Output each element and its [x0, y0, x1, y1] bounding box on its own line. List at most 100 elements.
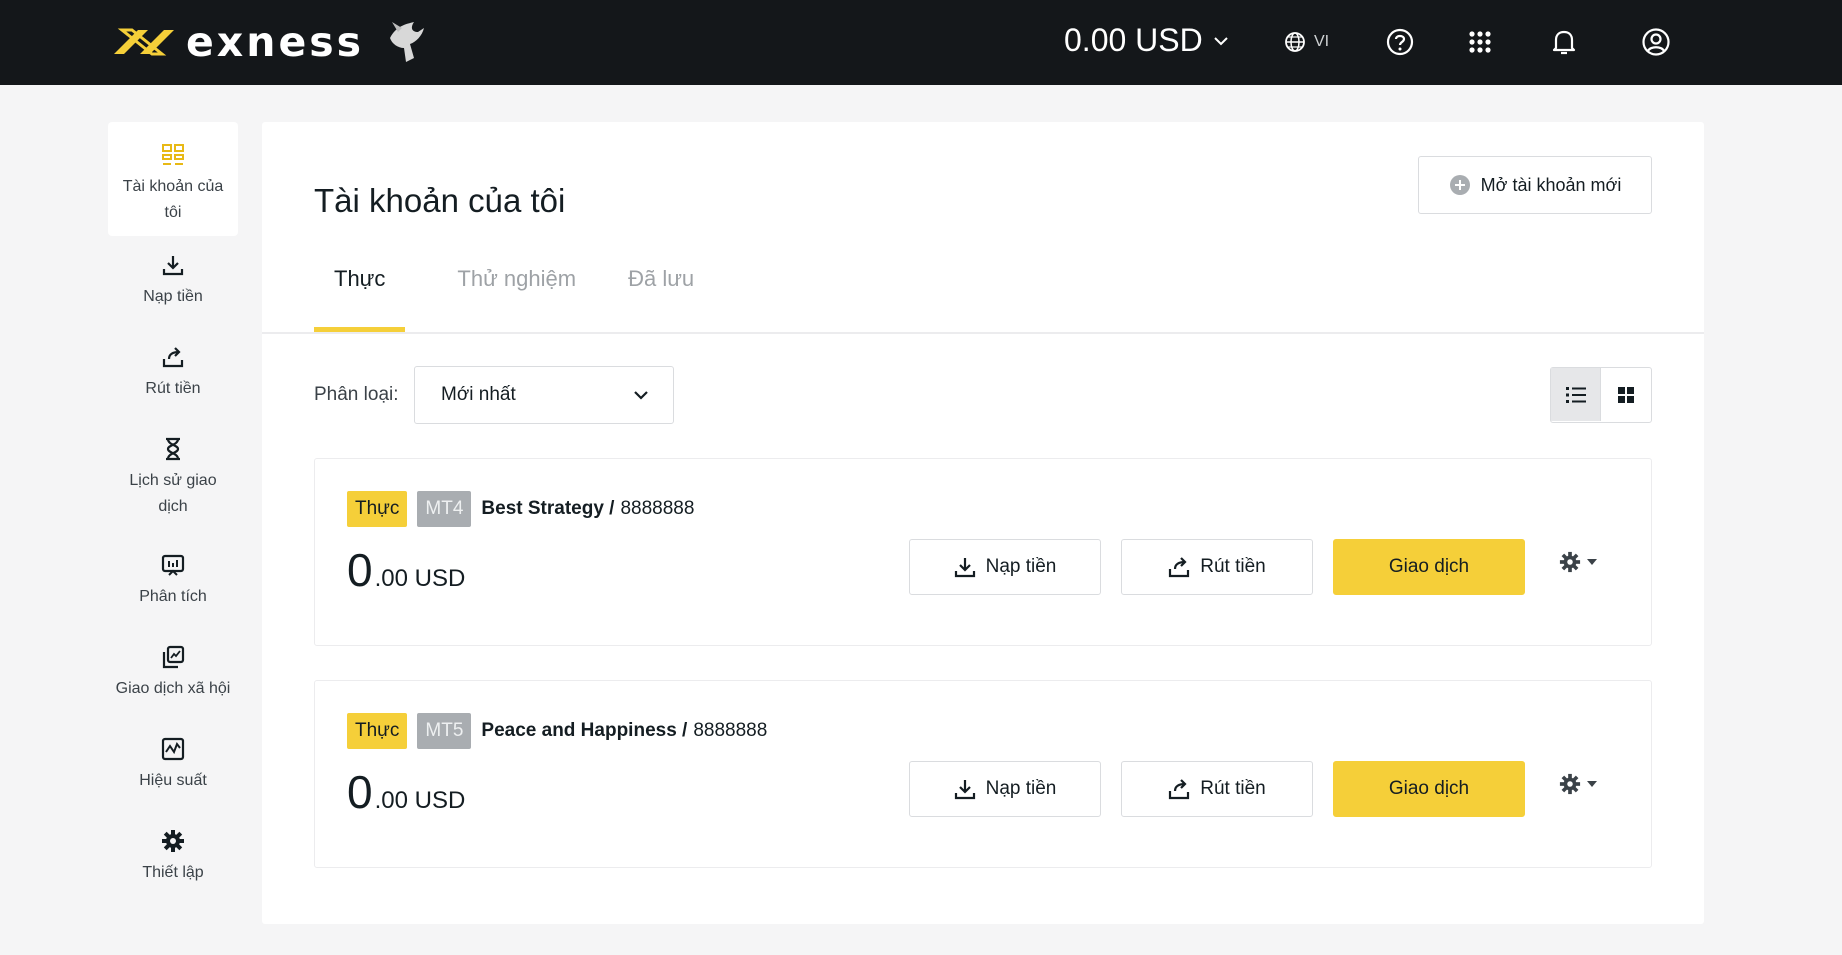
apps-grid-icon	[1469, 31, 1491, 53]
sidebar-item-label: Thiết lập	[142, 864, 204, 881]
download-icon	[954, 780, 975, 800]
plus-circle-icon	[1449, 175, 1470, 195]
apps-button[interactable]	[1462, 24, 1498, 60]
caret-down-icon	[1587, 559, 1597, 565]
language-code: VI	[1314, 33, 1330, 50]
upload-share-icon	[1169, 779, 1190, 800]
main-panel: Tài khoản của tôi Mở tài khoản mới Thực …	[262, 122, 1704, 924]
account-number: 8888888	[620, 498, 695, 519]
top-bar: exness 0.00 USD VI	[0, 0, 1842, 85]
open-new-account-button[interactable]: Mở tài khoản mới	[1418, 156, 1652, 214]
withdraw-button[interactable]: Rút tiền	[1121, 539, 1313, 595]
sidebar-item-label: Lịch sử giao dịch	[129, 472, 217, 515]
tab-divider	[262, 332, 1704, 334]
bell-icon	[1552, 30, 1576, 55]
sidebar-item-my-accounts[interactable]: Tài khoản của tôi	[108, 122, 238, 236]
download-icon	[162, 256, 184, 276]
sidebar-item-withdraw[interactable]: Rút tiền	[108, 328, 238, 420]
account-header: Thực MT5 Peace and Happiness / 8888888	[347, 713, 767, 749]
balance-dropdown[interactable]: 0.00 USD	[1064, 22, 1229, 59]
deposit-button[interactable]: Nạp tiền	[909, 761, 1101, 817]
sort-value: Mới nhất	[441, 384, 516, 405]
account-balance: 0 .00 USD	[347, 543, 465, 597]
platform-badge: MT4	[417, 491, 472, 527]
notifications-button[interactable]	[1546, 24, 1582, 60]
account-balance: 0 .00 USD	[347, 765, 465, 819]
gear-icon	[1559, 773, 1581, 795]
sidebar-item-analytics[interactable]: Phân tích	[108, 536, 238, 628]
balance-decimal-currency: .00 USD	[374, 565, 466, 592]
sidebar-item-label: Giao dịch xã hội	[115, 680, 231, 697]
account-card: Thực MT5 Peace and Happiness / 8888888 0…	[314, 680, 1652, 868]
analytics-icon	[161, 554, 185, 576]
sort-label: Phân loại:	[314, 384, 399, 405]
trade-button[interactable]: Giao dịch	[1333, 761, 1525, 817]
upload-share-icon	[162, 347, 184, 368]
page-title: Tài khoản của tôi	[314, 182, 566, 219]
caret-down-icon	[1587, 781, 1597, 787]
account-tabs: Thực Thử nghiệm Đã lưu	[314, 262, 746, 332]
sidebar-item-label: Hiệu suất	[139, 772, 207, 789]
grid-icon	[1618, 386, 1634, 403]
dove-icon	[390, 22, 425, 62]
open-new-account-label: Mở tài khoản mới	[1480, 174, 1622, 195]
logo-text: exness	[186, 18, 365, 66]
accounts-grid-icon	[162, 144, 184, 165]
upload-share-icon	[1169, 557, 1190, 578]
sidebar-item-label: Nạp tiền	[143, 288, 203, 305]
profile-button[interactable]	[1638, 24, 1674, 60]
grid-view-button[interactable]	[1601, 368, 1651, 421]
download-icon	[954, 558, 975, 578]
social-trading-icon	[162, 645, 185, 669]
withdraw-button[interactable]: Rút tiền	[1121, 761, 1313, 817]
balance-decimal-currency: .00 USD	[374, 787, 466, 814]
tab-archived[interactable]: Đã lưu	[628, 262, 694, 332]
sidebar-item-label: Phân tích	[139, 588, 207, 605]
sidebar-item-settings[interactable]: Thiết lập	[108, 812, 238, 904]
account-settings-dropdown[interactable]	[1559, 773, 1597, 795]
list-view-button[interactable]	[1551, 368, 1601, 421]
help-icon	[1386, 28, 1414, 56]
sort-select[interactable]: Mới nhất	[414, 366, 674, 424]
platform-badge: MT5	[417, 713, 472, 749]
sidebar-item-label: Rút tiền	[145, 380, 201, 397]
balance-integer: 0	[347, 544, 373, 596]
tab-demo[interactable]: Thử nghiệm	[457, 262, 576, 332]
hourglass-icon	[166, 437, 180, 461]
sidebar-item-social-trading[interactable]: Giao dịch xã hội	[108, 628, 238, 720]
user-circle-icon	[1642, 28, 1670, 56]
sidebar-item-history[interactable]: Lịch sử giao dịch	[108, 420, 238, 536]
account-name: Best Strategy /	[481, 498, 615, 519]
account-card: Thực MT4 Best Strategy / 8888888 0 .00 U…	[314, 458, 1652, 646]
exness-logo-mark-icon	[114, 28, 174, 56]
view-toggle	[1550, 367, 1652, 423]
deposit-button[interactable]: Nạp tiền	[909, 539, 1101, 595]
chevron-down-icon	[1214, 36, 1228, 45]
help-button[interactable]	[1382, 24, 1418, 60]
account-number: 8888888	[693, 720, 768, 741]
account-header: Thực MT4 Best Strategy / 8888888	[347, 491, 694, 527]
sidebar-item-label: Tài khoản của tôi	[122, 178, 224, 221]
tab-real[interactable]: Thực	[314, 262, 406, 332]
language-selector[interactable]: VI	[1284, 24, 1364, 60]
sidebar-item-deposit[interactable]: Nạp tiền	[108, 236, 238, 328]
account-type-badge: Thực	[347, 713, 408, 749]
globe-icon	[1285, 32, 1305, 52]
sidebar-item-performance[interactable]: Hiệu suất	[108, 720, 238, 812]
performance-icon	[161, 737, 185, 761]
chevron-down-icon	[634, 391, 648, 400]
trade-label: Giao dịch	[1388, 556, 1470, 577]
balance-integer: 0	[347, 766, 373, 818]
deposit-label: Nạp tiền	[985, 778, 1057, 799]
sidebar: Tài khoản của tôi Nạp tiền Rút tiền Lịch…	[108, 122, 238, 904]
account-name: Peace and Happiness /	[481, 720, 688, 741]
account-settings-dropdown[interactable]	[1559, 551, 1597, 573]
trade-label: Giao dịch	[1388, 778, 1470, 799]
trade-button[interactable]: Giao dịch	[1333, 539, 1525, 595]
gear-icon	[162, 830, 184, 852]
account-type-badge: Thực	[347, 491, 408, 527]
list-icon	[1565, 386, 1586, 403]
balance-value: 0.00 USD	[1064, 22, 1203, 58]
exness-logo[interactable]: exness	[110, 14, 428, 70]
gear-icon	[1559, 551, 1581, 573]
